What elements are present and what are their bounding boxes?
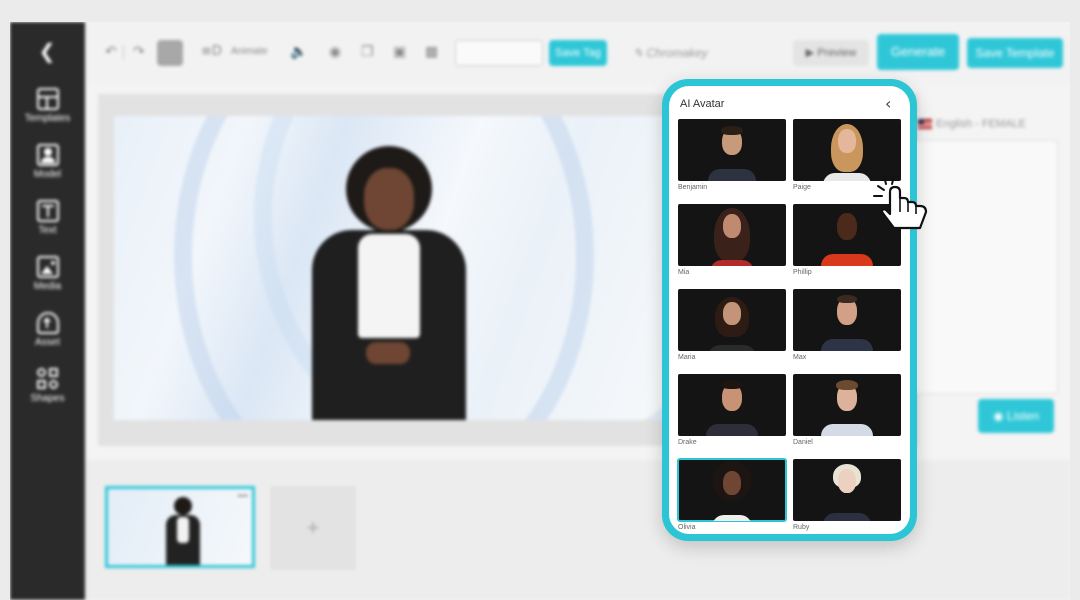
- avatar-hands: [366, 342, 410, 364]
- avatar-card-daniel[interactable]: Daniel: [793, 374, 901, 446]
- avatar-name: Drake: [678, 439, 697, 446]
- sidebar-item-model[interactable]: Model: [10, 144, 85, 180]
- language-label: English - FEMALE: [936, 118, 1026, 130]
- save-tag-button[interactable]: Save Tag: [549, 40, 607, 66]
- avatar-thumbnail: [793, 289, 901, 351]
- avatar-name: Benjamin: [678, 184, 708, 191]
- sidebar-item-label: Templates: [24, 113, 71, 124]
- avatar-thumbnail: [678, 289, 786, 351]
- avatar-name: Maria: [678, 354, 696, 361]
- shapes-icon: [36, 368, 59, 390]
- avatar-face: [364, 168, 414, 230]
- chromakey-label: Chromakey: [646, 46, 708, 60]
- avatar-thumbnail: [678, 374, 786, 436]
- ai-avatar-popup: AI Avatar ‹ Benjamin Paige Mia Phillip M…: [662, 79, 917, 541]
- delete-icon[interactable]: ▩: [425, 44, 438, 60]
- add-slide-button[interactable]: +: [270, 486, 356, 570]
- sidebar-item-label: Asset: [34, 337, 60, 348]
- avatar-thumbnail: [678, 119, 786, 181]
- us-flag-icon: [918, 119, 932, 130]
- avatar-card-maria[interactable]: Maria: [678, 289, 786, 361]
- color-picker[interactable]: [157, 40, 183, 66]
- preview-button[interactable]: ▶ Preview: [793, 40, 869, 66]
- media-icon: [36, 256, 59, 278]
- avatar-thumbnail: [793, 374, 901, 436]
- templates-icon: [36, 88, 59, 110]
- avatar-shirt: [358, 234, 420, 338]
- chromakey-field[interactable]: ✎ Chromakey: [625, 40, 785, 66]
- sidebar-item-shapes[interactable]: Shapes: [10, 368, 85, 404]
- upload-icon: [36, 312, 59, 334]
- sidebar-item-label: Text: [38, 225, 57, 236]
- timeline: ••• +: [85, 460, 1070, 600]
- language-select[interactable]: English - FEMALE: [918, 118, 1026, 130]
- undo-icon[interactable]: ↶: [105, 44, 117, 60]
- hand-pointer-icon: [873, 175, 928, 230]
- avatar-name: Ruby: [793, 524, 810, 531]
- tag-input[interactable]: [455, 40, 543, 66]
- listen-button[interactable]: ◉ Listen: [978, 399, 1054, 433]
- duplicate-icon[interactable]: ❐: [361, 44, 374, 60]
- scene-avatar[interactable]: [304, 146, 474, 420]
- avatar-thumbnail: [793, 459, 901, 521]
- redo-icon[interactable]: ↷: [133, 44, 145, 60]
- toolbar-divider: |: [121, 44, 126, 60]
- avatar-name: Mia: [678, 269, 690, 276]
- avatar-thumbnail: [678, 204, 786, 266]
- avatar-name: Phillip: [793, 269, 812, 276]
- text-icon: [36, 200, 59, 222]
- model-icon: [36, 144, 59, 166]
- video-scene[interactable]: [114, 116, 674, 420]
- sidebar-item-media[interactable]: Media: [10, 256, 85, 292]
- avatar-card-olivia[interactable]: Olivia: [677, 458, 787, 531]
- avatar-card-ruby[interactable]: Ruby: [793, 459, 901, 531]
- layers-icon[interactable]: ◉: [329, 44, 341, 60]
- animate-icon[interactable]: ≡D: [201, 44, 222, 59]
- avatar-card-mia[interactable]: Mia: [678, 204, 786, 276]
- sidebar-item-templates[interactable]: Templates: [10, 88, 85, 124]
- panel-title: AI Avatar: [680, 98, 725, 110]
- sidebar-item-label: Shapes: [30, 393, 65, 404]
- avatar-name: Daniel: [793, 439, 813, 446]
- back-arrow-icon[interactable]: ❮: [36, 40, 58, 62]
- animate-button[interactable]: Animate: [231, 46, 268, 57]
- slide-thumbnail[interactable]: •••: [105, 486, 255, 568]
- chevron-left-icon[interactable]: ‹: [885, 94, 891, 113]
- generate-button[interactable]: Generate: [877, 34, 959, 70]
- avatar-name: Max: [793, 354, 807, 361]
- listen-label: Listen: [1006, 409, 1039, 423]
- avatar-card-benjamin[interactable]: Benjamin: [678, 119, 786, 191]
- more-icon[interactable]: •••: [237, 491, 248, 502]
- avatar-thumbnail: [677, 458, 787, 522]
- sidebar-item-label: Media: [33, 281, 62, 292]
- avatar-card-max[interactable]: Max: [793, 289, 901, 361]
- thumbnail-avatar: [164, 497, 202, 565]
- preview-label: Preview: [817, 47, 857, 59]
- avatar-name: Olivia: [678, 524, 696, 531]
- avatar-panel: AI Avatar ‹ Benjamin Paige Mia Phillip M…: [669, 86, 910, 534]
- avatar-card-drake[interactable]: Drake: [678, 374, 786, 446]
- save-template-button[interactable]: Save Template: [967, 38, 1063, 68]
- sidebar-item-label: Model: [33, 169, 62, 180]
- sidebar-item-asset[interactable]: Asset: [10, 312, 85, 348]
- sidebar-item-text[interactable]: Text: [10, 200, 85, 236]
- volume-icon[interactable]: 🔈: [290, 44, 307, 60]
- toolbar: ↶ | ↷ ≡D Animate 🔈 ◉ ❐ ▣ ▩ Save Tag ✎ Ch…: [85, 22, 1070, 84]
- lock-icon[interactable]: ▣: [393, 44, 406, 60]
- sidebar: ❮ Templates Model Text Media Asset Shape…: [10, 22, 85, 600]
